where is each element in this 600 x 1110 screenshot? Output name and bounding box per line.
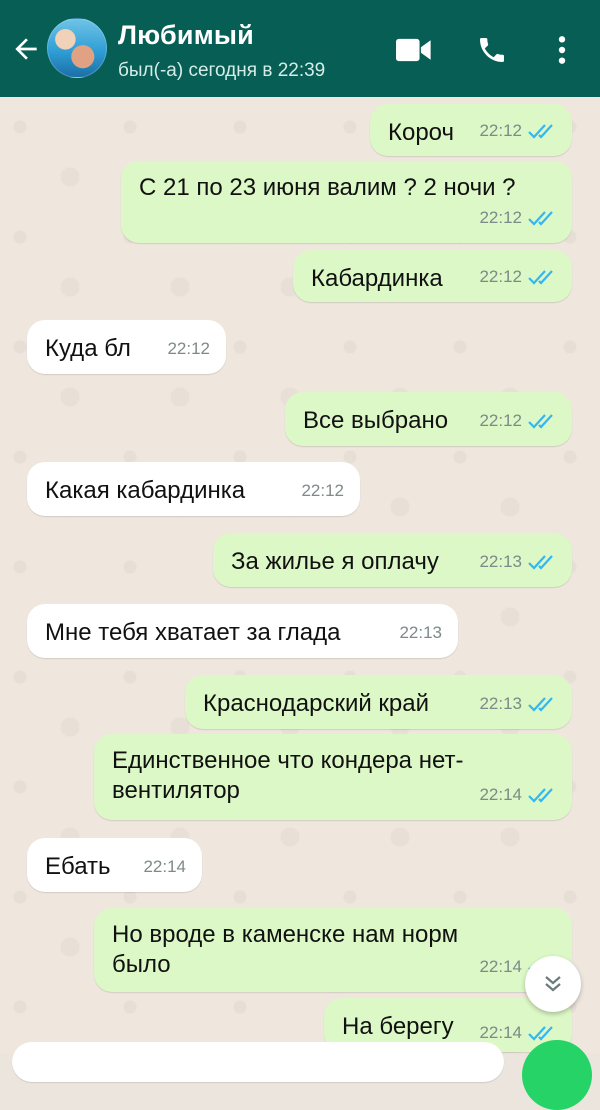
message-text: Куда бл (45, 335, 131, 362)
message-bubble[interactable]: Единственное что кондера нет- вентилятор… (94, 734, 572, 820)
chevron-double-down-icon (545, 976, 561, 992)
message-time: 22:12 (479, 411, 522, 430)
double-check-icon (528, 270, 553, 285)
send-voice-button[interactable] (522, 1040, 592, 1110)
message-time: 22:14 (479, 957, 522, 976)
message-text: Единственное что кондера нет- вентилятор (112, 747, 464, 804)
message-meta: 22:14 (479, 780, 556, 810)
scroll-to-bottom-button[interactable] (525, 956, 581, 1012)
message-bubble[interactable]: Краснодарский край 22:13 (185, 675, 572, 729)
message-bubble[interactable]: С 21 по 23 июня валим ? 2 ночи ? 22:12 (121, 161, 572, 243)
message-bubble[interactable]: Короч 22:12 (370, 104, 572, 156)
message-text: Какая кабардинка (45, 477, 246, 504)
double-check-icon (528, 697, 553, 712)
message-bubble[interactable]: Кабардинка 22:12 (293, 250, 572, 302)
message-bubble[interactable]: Какая кабардинка 22:12 (27, 462, 360, 516)
chat-header: Любимый был(-а) сегодня в 22:39 (0, 0, 600, 97)
double-check-icon (528, 124, 553, 139)
message-time: 22:12 (479, 121, 522, 140)
message-meta: 22:12 (479, 262, 556, 292)
double-check-icon (528, 414, 553, 429)
message-time: 22:12 (167, 339, 210, 358)
message-text: Кабардинка (311, 265, 443, 292)
last-seen-status: был(-а) сегодня в 22:39 (118, 60, 326, 81)
message-meta: 22:12 (167, 334, 210, 364)
message-text: За жилье я оплачу (231, 548, 439, 575)
message-text: С 21 по 23 июня валим ? 2 ночи ? (139, 174, 516, 201)
message-time: 22:12 (301, 481, 344, 500)
message-meta: 22:14 (143, 852, 186, 882)
message-meta: 22:12 (479, 406, 556, 436)
double-check-icon (528, 555, 553, 570)
message-text: Но вроде в каменске нам норм было (112, 921, 459, 978)
message-input-field[interactable] (12, 1042, 504, 1082)
back-arrow-icon[interactable] (10, 33, 42, 65)
video-call-icon[interactable] (396, 36, 432, 64)
message-time: 22:13 (479, 552, 522, 571)
message-bubble[interactable]: Куда бл 22:12 (27, 320, 226, 374)
message-text: Мне тебя хватает за глада (45, 619, 341, 646)
more-vertical-icon[interactable] (552, 34, 572, 66)
message-meta: 22:13 (399, 618, 442, 648)
message-time: 22:12 (479, 208, 522, 227)
message-text: Короч (388, 119, 454, 146)
message-meta: 22:12 (479, 116, 556, 146)
message-meta: 22:13 (479, 689, 556, 719)
message-text: На берегу (342, 1013, 454, 1040)
message-meta: 22:12 (301, 476, 344, 506)
message-bubble[interactable]: Все выбрано 22:12 (285, 392, 572, 446)
message-time: 22:12 (479, 267, 522, 286)
message-meta: 22:13 (479, 547, 556, 577)
contact-name[interactable]: Любимый (118, 20, 254, 51)
message-meta: 22:12 (479, 203, 556, 233)
message-text: Краснодарский край (203, 690, 430, 717)
message-time: 22:14 (143, 857, 186, 876)
message-bubble[interactable]: Мне тебя хватает за глада 22:13 (27, 604, 458, 658)
message-time: 22:13 (479, 694, 522, 713)
double-check-icon (528, 211, 553, 226)
message-bubble[interactable]: За жилье я оплачу 22:13 (213, 533, 572, 587)
message-bubble[interactable]: Ебать 22:14 (27, 838, 202, 892)
phone-icon[interactable] (476, 34, 508, 66)
message-time: 22:13 (399, 623, 442, 642)
avatar[interactable] (47, 18, 107, 78)
double-check-icon (528, 788, 553, 803)
message-time: 22:14 (479, 785, 522, 804)
message-text: Ебать (45, 853, 111, 880)
message-text: Все выбрано (303, 407, 449, 434)
message-bubble[interactable]: Но вроде в каменске нам норм было 22:14 (94, 908, 572, 992)
